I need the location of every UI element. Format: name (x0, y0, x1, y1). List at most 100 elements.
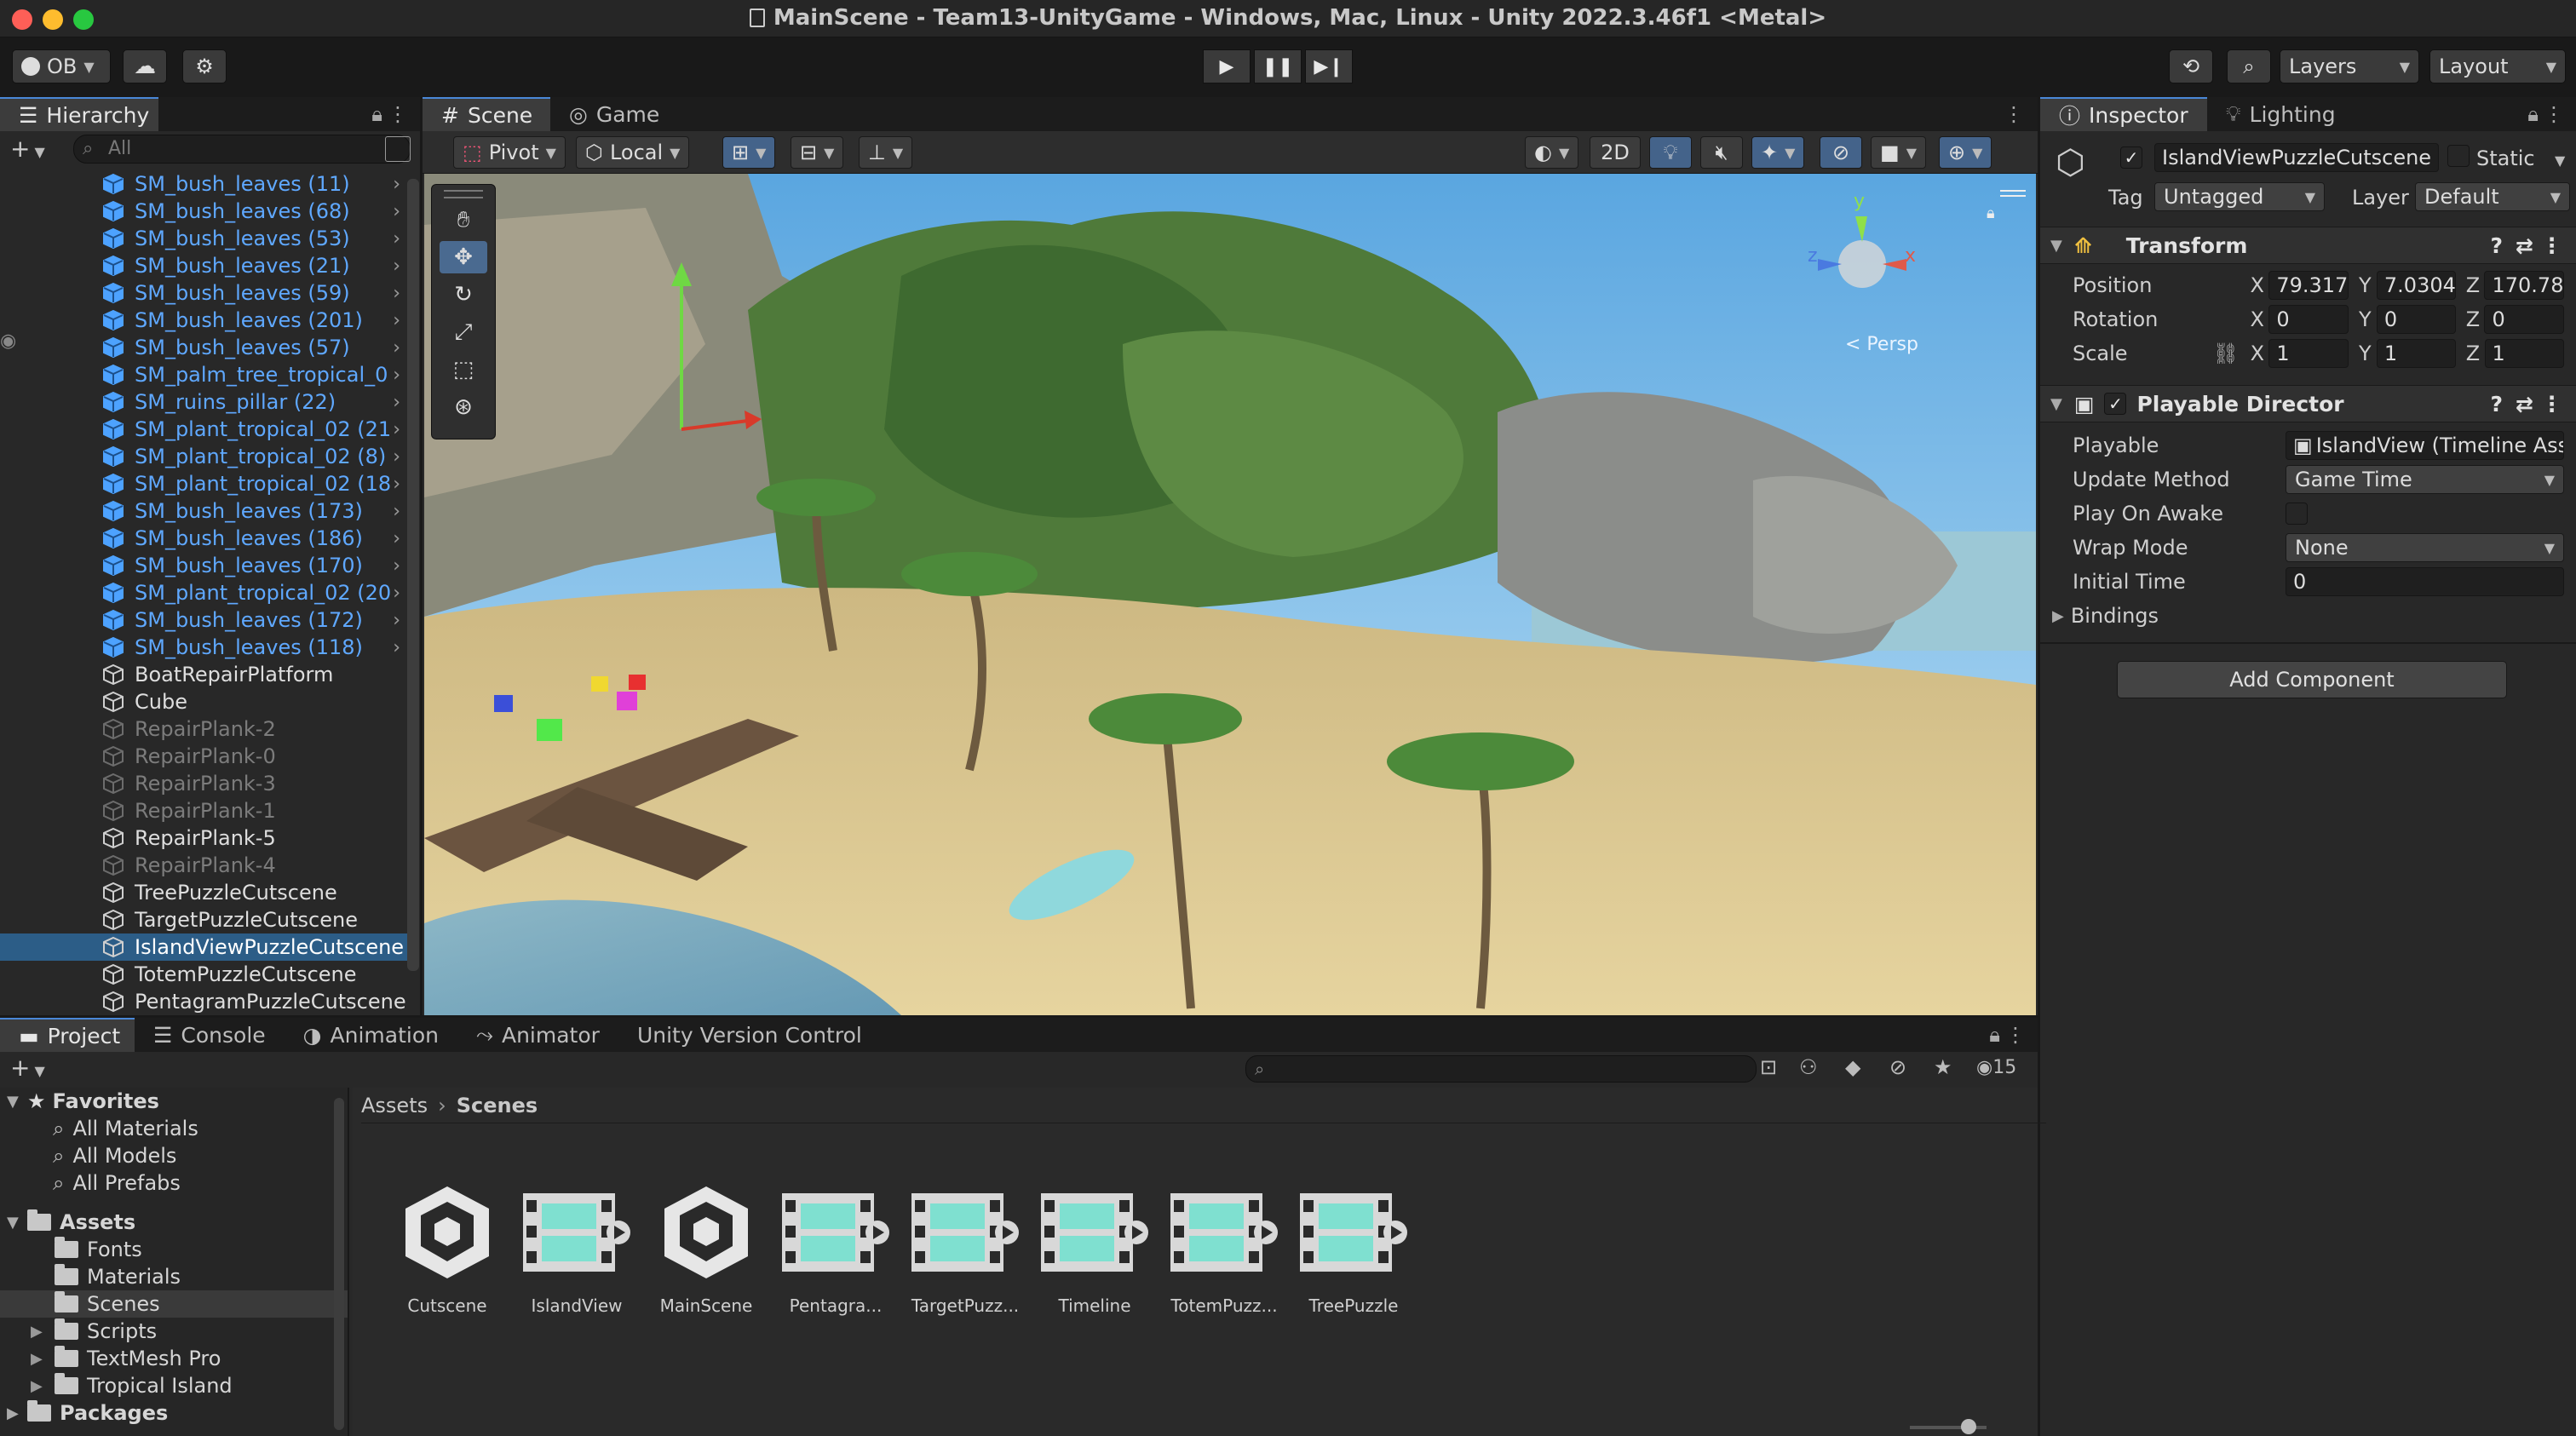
tab-project[interactable]: ▬ Project (0, 1018, 135, 1052)
asset-folder-item[interactable]: Fonts (0, 1236, 348, 1263)
search-by-type-icon[interactable]: ⊡ (1760, 1055, 1777, 1079)
services-button[interactable]: ⚙ (182, 49, 227, 83)
local-dropdown[interactable]: ⬡ Local ▼ (576, 136, 690, 169)
warning-icon[interactable]: ⊘ (1889, 1055, 1906, 1079)
play-button[interactable]: ▶ (1203, 49, 1251, 83)
hidden-objects-button[interactable]: ⊘ (1820, 136, 1862, 169)
project-tree-scrollbar[interactable] (334, 1098, 344, 1430)
account-dropdown[interactable]: OB ▼ (12, 49, 111, 83)
play-on-awake-checkbox[interactable] (2286, 503, 2308, 525)
scene-visibility-icon[interactable] (385, 136, 411, 162)
hierarchy-item[interactable]: SM_bush_leaves (118) › (0, 634, 407, 661)
hierarchy-item[interactable]: SM_plant_tropical_02 (21 › (0, 416, 407, 443)
lock-icon[interactable]: 🔒︎ (2527, 102, 2539, 126)
kebab-menu-icon[interactable]: ⋮ (2005, 1023, 2026, 1047)
kebab-menu-icon[interactable]: ⋮ (388, 102, 408, 126)
open-prefab-chevron-icon[interactable]: › (393, 637, 400, 658)
hierarchy-item[interactable]: RepairPlank-2 (0, 715, 407, 743)
hierarchy-item[interactable]: RepairPlank-5 (0, 824, 407, 852)
transform-tool[interactable]: ⊛ (440, 391, 487, 423)
preset-icon[interactable]: ⇄ (2516, 233, 2533, 258)
open-prefab-chevron-icon[interactable]: › (393, 392, 400, 413)
tag-dropdown[interactable]: Untagged ▼ (2154, 182, 2325, 211)
drag-handle[interactable] (444, 190, 483, 198)
open-prefab-chevron-icon[interactable]: › (393, 283, 400, 304)
layout-dropdown[interactable]: Layout ▼ (2429, 49, 2566, 83)
scene-viewport[interactable]: y x z < Persp 🔒︎ ✋︎ ✥ ↻ ⤢ ⬚ ⊛ (424, 174, 2036, 1015)
zoom-slider[interactable] (1910, 1419, 1987, 1434)
hierarchy-item[interactable]: SM_bush_leaves (173) › (0, 497, 407, 525)
scale-tool[interactable]: ⤢ (440, 316, 487, 348)
gameobject-icon[interactable]: ⬡ (2056, 143, 2093, 182)
favorite-item[interactable]: ⌕ All Models (0, 1142, 348, 1169)
open-prefab-chevron-icon[interactable]: › (393, 610, 400, 631)
initial-time-field[interactable]: 0 (2286, 567, 2564, 596)
star-icon[interactable]: ★ (1934, 1055, 1952, 1079)
packages-folder[interactable]: ▶ Packages (0, 1399, 348, 1427)
asset-folder-item[interactable]: Scenes (0, 1290, 348, 1318)
open-prefab-chevron-icon[interactable]: › (393, 310, 400, 331)
hierarchy-item[interactable]: SM_ruins_pillar (22) › (0, 388, 407, 416)
zoom-slider-thumb[interactable] (1961, 1419, 1976, 1434)
open-prefab-chevron-icon[interactable]: › (393, 446, 400, 468)
favorites-folder[interactable]: ▼ ★ Favorites (0, 1088, 348, 1115)
chevron-down-icon[interactable]: ▼ (2555, 146, 2565, 170)
asset-tile[interactable]: MainScene (642, 1183, 770, 1316)
effects-button[interactable]: ✦ ▼ (1751, 136, 1805, 169)
hierarchy-item[interactable]: PentagramPuzzleCutscene (0, 988, 407, 1015)
open-prefab-chevron-icon[interactable]: › (393, 337, 400, 359)
position-y-field[interactable]: 7.0304 (2376, 271, 2457, 300)
rotation-z-field[interactable]: 0 (2484, 305, 2564, 334)
lighting-toggle-button[interactable]: 💡︎ (1649, 136, 1692, 169)
hierarchy-item[interactable]: IslandViewPuzzleCutscene (0, 933, 407, 961)
add-component-button[interactable]: Add Component (2117, 661, 2507, 698)
grid-snapping-button[interactable]: ⊞ ▼ (722, 136, 776, 169)
persp-label[interactable]: < Persp (1845, 334, 1918, 355)
open-prefab-chevron-icon[interactable]: › (393, 555, 400, 577)
kebab-menu-icon[interactable]: ⋮ (2541, 233, 2562, 258)
asset-tile[interactable]: IslandView (513, 1183, 641, 1316)
gizmos-button[interactable]: ⊕ ▼ (1939, 136, 1992, 169)
open-prefab-chevron-icon[interactable]: › (393, 474, 400, 495)
hierarchy-item[interactable]: SM_bush_leaves (186) › (0, 525, 407, 552)
scale-x-field[interactable]: 1 (2268, 339, 2349, 368)
scale-z-field[interactable]: 1 (2484, 339, 2564, 368)
lock-icon[interactable]: 🔒︎ (371, 102, 382, 126)
playable-director-header[interactable]: ▼ ▣ ✓ Playable Director ? ⇄ ⋮ (2040, 385, 2576, 422)
open-prefab-chevron-icon[interactable]: › (393, 419, 400, 440)
create-asset-button[interactable]: + ▼ (10, 1054, 45, 1082)
asset-tile[interactable]: TotemPuzz... (1160, 1183, 1288, 1316)
asset-tile[interactable]: Timeline (1031, 1183, 1159, 1316)
hierarchy-item[interactable]: RepairPlank-4 (0, 852, 407, 879)
hierarchy-item[interactable]: SM_palm_tree_tropical_0 › (0, 361, 407, 388)
open-prefab-chevron-icon[interactable]: › (393, 201, 400, 222)
hierarchy-item[interactable]: RepairPlank-0 (0, 743, 407, 770)
preset-icon[interactable]: ⇄ (2516, 392, 2533, 416)
filter-by-type-icon[interactable]: ⚇ (1799, 1055, 1818, 1079)
hierarchy-item[interactable]: TreePuzzleCutscene (0, 879, 407, 906)
hierarchy-item[interactable]: SM_bush_leaves (201) › (0, 307, 407, 334)
rotate-tool[interactable]: ↻ (440, 279, 487, 311)
hierarchy-item[interactable]: SM_bush_leaves (170) › (0, 552, 407, 579)
hierarchy-scrollbar[interactable] (407, 179, 419, 971)
hierarchy-item[interactable]: SM_bush_leaves (57) › (0, 334, 407, 361)
breadcrumb-assets[interactable]: Assets (361, 1094, 428, 1117)
pivot-dropdown[interactable]: ⬚ Pivot ▼ (453, 136, 566, 169)
rect-tool[interactable]: ⬚ (440, 353, 487, 386)
hierarchy-item[interactable]: SM_plant_tropical_02 (18 › (0, 470, 407, 497)
layers-dropdown[interactable]: Layers ▼ (2280, 49, 2419, 83)
asset-tile[interactable]: Cutscene (383, 1183, 511, 1316)
tab-inspector[interactable]: ⓘ Inspector (2040, 97, 2207, 131)
hierarchy-item[interactable]: BoatRepairPlatform (0, 661, 407, 688)
static-checkbox[interactable] (2447, 145, 2470, 172)
rotation-x-field[interactable]: 0 (2268, 305, 2349, 334)
hierarchy-search-input[interactable]: ⌕ All (73, 135, 411, 164)
help-icon[interactable]: ? (2490, 392, 2503, 416)
bindings-foldout[interactable]: ▶ Bindings (2052, 600, 2564, 632)
move-tool[interactable]: ✥ (440, 241, 487, 273)
hierarchy-item[interactable]: RepairPlank-1 (0, 797, 407, 824)
asset-tile[interactable]: TargetPuzz... (901, 1183, 1029, 1316)
open-prefab-chevron-icon[interactable]: › (393, 583, 400, 604)
hierarchy-item[interactable]: Cube (0, 688, 407, 715)
update-method-dropdown[interactable]: Game Time ▼ (2286, 465, 2564, 494)
